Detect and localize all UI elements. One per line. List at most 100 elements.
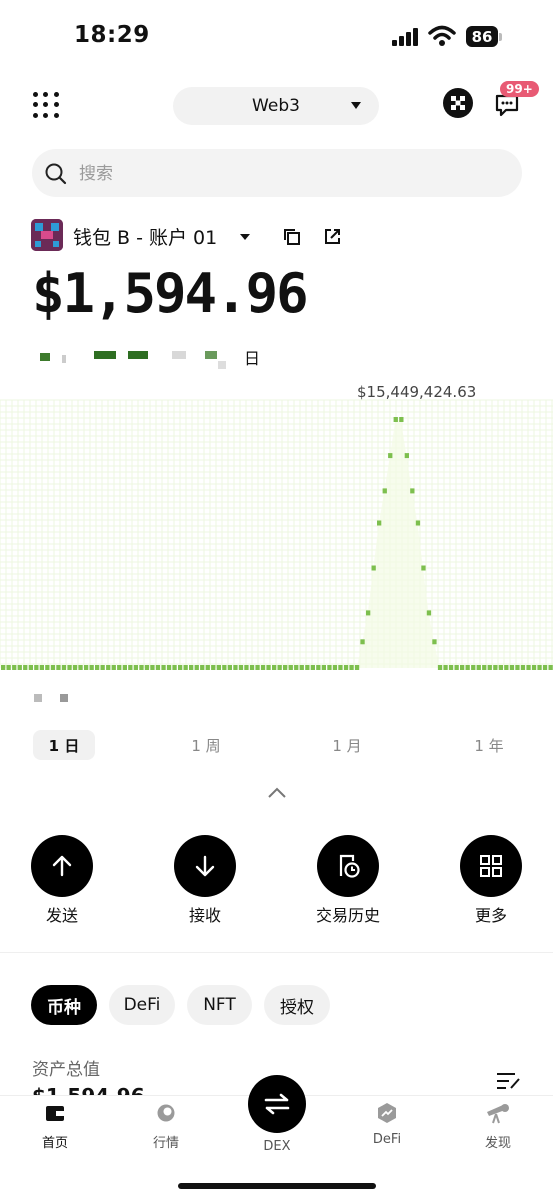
- defi-icon: [378, 1103, 396, 1123]
- period-1y[interactable]: 1 年: [458, 730, 520, 760]
- send-label: 发送: [45, 906, 78, 925]
- search-bar[interactable]: [32, 149, 522, 199]
- arrow-up-icon: [52, 855, 72, 877]
- chart-point: [128, 665, 133, 670]
- tab-nft[interactable]: NFT: [187, 985, 252, 1025]
- external-link-icon[interactable]: [323, 227, 342, 246]
- battery-icon: 86: [466, 26, 498, 47]
- history-icon: [339, 854, 360, 878]
- chevron-up-icon[interactable]: [266, 786, 288, 800]
- chart-point: [78, 665, 83, 670]
- chart-point: [133, 665, 138, 670]
- send-button[interactable]: [31, 835, 93, 897]
- chart-point: [399, 417, 404, 422]
- period-1w[interactable]: 1 周: [175, 730, 237, 760]
- nav-discover[interactable]: 发现: [458, 1102, 538, 1151]
- receive-label: 接收: [188, 906, 221, 925]
- okx-logo-icon[interactable]: [443, 88, 473, 118]
- chart-point: [238, 665, 244, 670]
- nav-defi[interactable]: DeFi: [347, 1102, 427, 1147]
- nav-home[interactable]: 首页: [15, 1102, 95, 1151]
- sort-icon[interactable]: [495, 1070, 521, 1092]
- cellular-signal-icon: [392, 28, 420, 46]
- caret-down-icon[interactable]: [240, 234, 250, 240]
- chart-point: [493, 665, 498, 670]
- chart-point: [343, 665, 349, 670]
- notification-badge: 99+: [500, 81, 539, 97]
- network-label: Web3: [252, 96, 300, 116]
- swap-icon: [264, 1093, 290, 1115]
- chart-point: [111, 665, 116, 670]
- chart-point: [377, 520, 382, 526]
- chart-point: [382, 488, 387, 494]
- chart-point: [327, 665, 332, 670]
- chart-point: [520, 665, 526, 670]
- chart-point: [310, 665, 315, 670]
- chart-point: [283, 665, 288, 670]
- chart-point: [388, 453, 393, 459]
- chart-point: [249, 665, 255, 670]
- chart-point: [189, 665, 194, 670]
- chart-point: [299, 665, 304, 670]
- tab-tokens[interactable]: 币种: [31, 985, 97, 1025]
- chart-point: [476, 665, 481, 670]
- chart-point: [172, 665, 177, 670]
- chart-point: [67, 665, 72, 670]
- home-indicator: [178, 1183, 376, 1189]
- chart-point: [332, 665, 338, 670]
- balance-chart[interactable]: [0, 380, 553, 680]
- network-selector[interactable]: Web3: [173, 87, 379, 125]
- chart-point: [404, 453, 409, 459]
- chart-point: [100, 665, 105, 670]
- chart-point: [360, 639, 365, 645]
- more-label: 更多: [474, 906, 507, 925]
- chart-point: [45, 665, 50, 670]
- battery-tip: [499, 33, 502, 41]
- chart-point: [211, 665, 216, 670]
- chart-point: [371, 565, 376, 571]
- chart-point: [244, 665, 249, 670]
- chart-point: [498, 665, 503, 670]
- chart-point: [72, 665, 78, 670]
- chart-point: [537, 665, 542, 670]
- caret-down-icon: [351, 102, 361, 109]
- more-button[interactable]: [460, 835, 522, 897]
- copy-icon[interactable]: [283, 228, 301, 246]
- tab-approvals[interactable]: 授权: [264, 985, 330, 1025]
- chart-point: [338, 665, 343, 670]
- chart-point: [349, 665, 354, 670]
- chart-point: [139, 665, 144, 670]
- period-1m[interactable]: 1 月: [316, 730, 378, 760]
- nav-home-label: 首页: [41, 1136, 68, 1151]
- receive-button[interactable]: [174, 835, 236, 897]
- search-input[interactable]: [77, 149, 501, 199]
- chart-point: [89, 665, 94, 670]
- chart-point: [17, 665, 22, 670]
- wallet-icon: [46, 1106, 64, 1121]
- history-button[interactable]: [317, 835, 379, 897]
- chart-point: [288, 665, 293, 670]
- chart-point: [460, 665, 465, 670]
- chart-point: [255, 665, 260, 670]
- dex-button[interactable]: [248, 1075, 306, 1133]
- chart-point: [178, 665, 183, 670]
- chart-point: [321, 665, 326, 670]
- section-divider: [0, 952, 553, 953]
- chart-point: [509, 665, 515, 670]
- chart-point: [61, 665, 67, 670]
- chart-point: [482, 665, 487, 670]
- more-grid-icon: [480, 855, 502, 877]
- nav-market[interactable]: 行情: [126, 1102, 206, 1151]
- period-1d[interactable]: 1 日: [33, 730, 95, 760]
- chart-point: [421, 565, 426, 571]
- tab-defi[interactable]: DeFi: [109, 985, 175, 1025]
- avatar[interactable]: [31, 219, 63, 251]
- chart-point: [526, 665, 531, 670]
- chart-point: [366, 610, 371, 616]
- total-assets-label: 资产总值: [32, 1060, 100, 1080]
- account-name[interactable]: 钱包 B - 账户 01: [73, 223, 217, 250]
- chart-point: [106, 665, 111, 670]
- chart-point: [294, 665, 299, 670]
- apps-grid-icon[interactable]: [33, 92, 59, 118]
- chart-point: [227, 665, 232, 670]
